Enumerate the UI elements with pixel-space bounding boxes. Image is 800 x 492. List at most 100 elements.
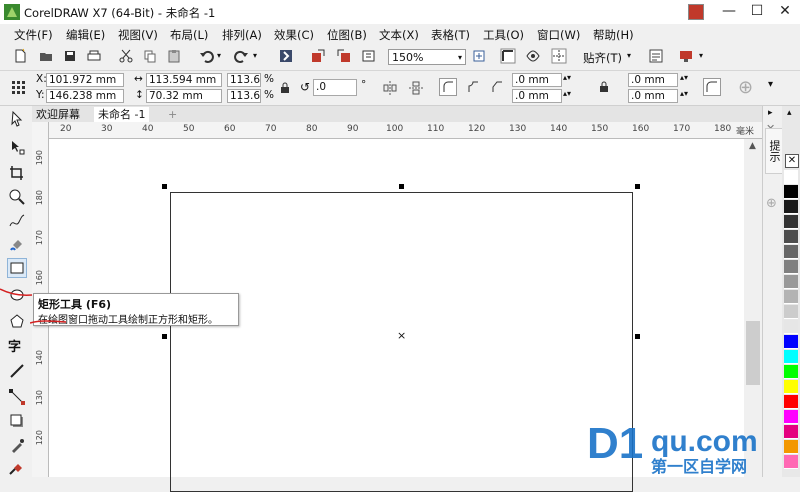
zoom-level-select[interactable]: 150% ▾ xyxy=(388,49,466,65)
corner-tl-spin-icon[interactable]: ▴▾ xyxy=(563,73,571,82)
height-field[interactable]: 70.32 mm xyxy=(146,89,222,103)
tab-untitled-1[interactable]: 未命名 -1 xyxy=(94,107,150,122)
color-swatch[interactable] xyxy=(784,245,798,259)
menu-effects[interactable]: 效果(C) xyxy=(274,27,314,43)
show-grid-icon[interactable] xyxy=(525,48,541,64)
drop-shadow-tool-icon[interactable] xyxy=(8,412,26,430)
polygon-tool-icon[interactable] xyxy=(8,312,26,330)
minimize-button[interactable]: — xyxy=(718,2,740,20)
parallel-dimension-tool-icon[interactable] xyxy=(8,362,26,380)
handle-middle-left[interactable] xyxy=(162,334,167,339)
color-swatch[interactable] xyxy=(784,335,798,349)
scalloped-corner-icon[interactable] xyxy=(464,78,482,96)
scrollbar-thumb[interactable] xyxy=(746,321,760,385)
color-swatch[interactable] xyxy=(784,200,798,214)
color-swatch[interactable] xyxy=(784,260,798,274)
tab-hints[interactable]: 提示 xyxy=(765,128,783,174)
rectangle-tool-icon[interactable] xyxy=(7,258,27,278)
round-corner-icon[interactable] xyxy=(439,78,457,96)
color-swatch[interactable] xyxy=(784,380,798,394)
color-swatch[interactable] xyxy=(784,395,798,409)
text-tool-icon[interactable]: 字 xyxy=(8,336,26,355)
no-fill-swatch[interactable]: ✕ xyxy=(785,154,799,168)
handle-top-right[interactable] xyxy=(635,184,640,189)
color-swatch[interactable] xyxy=(784,290,798,304)
lock-corners-icon[interactable] xyxy=(598,81,610,93)
width-field[interactable]: 113.594 mm xyxy=(146,73,222,87)
menu-window[interactable]: 窗口(W) xyxy=(537,27,580,43)
connector-tool-icon[interactable] xyxy=(8,388,26,406)
rotation-angle-field[interactable]: .0 xyxy=(313,79,357,96)
cut-icon[interactable] xyxy=(118,48,134,64)
handle-middle-right[interactable] xyxy=(635,334,640,339)
handle-top-left[interactable] xyxy=(162,184,167,189)
undo-dropdown-icon[interactable]: ▾ xyxy=(217,51,221,60)
docker-expand-icon[interactable]: ▸ xyxy=(768,108,773,118)
smart-fill-tool-icon[interactable] xyxy=(8,236,26,254)
pick-tool-icon[interactable] xyxy=(8,110,26,128)
crop-tool-icon[interactable] xyxy=(8,164,26,182)
relative-corner-scaling-icon[interactable] xyxy=(703,78,721,96)
menu-arrange[interactable]: 排列(A) xyxy=(222,27,262,43)
user-account-icon[interactable] xyxy=(688,4,704,20)
redo-dropdown-icon[interactable]: ▾ xyxy=(253,51,257,60)
handle-top-middle[interactable] xyxy=(399,184,404,189)
publish-pdf-icon[interactable] xyxy=(361,48,377,64)
print-icon[interactable] xyxy=(86,48,102,64)
menu-help[interactable]: 帮助(H) xyxy=(593,27,634,43)
restore-button[interactable]: ☐ xyxy=(746,2,768,20)
new-document-icon[interactable] xyxy=(12,48,28,64)
corner-tr-spin-icon[interactable]: ▴▾ xyxy=(680,73,688,82)
scale-y-field[interactable]: 113.6 xyxy=(227,89,261,103)
menu-text[interactable]: 文本(X) xyxy=(379,27,419,43)
menu-edit[interactable]: 编辑(E) xyxy=(66,27,105,43)
menu-file[interactable]: 文件(F) xyxy=(14,27,53,43)
color-swatch[interactable] xyxy=(784,215,798,229)
add-docker-icon[interactable]: ⊕ xyxy=(766,196,777,211)
paste-icon[interactable] xyxy=(166,48,182,64)
corner-radius-bottom-left[interactable]: .0 mm xyxy=(512,89,562,103)
color-swatch[interactable] xyxy=(784,350,798,364)
y-position-field[interactable]: 146.238 mm xyxy=(46,89,124,103)
color-swatch[interactable] xyxy=(784,320,798,334)
color-swatch[interactable] xyxy=(784,305,798,319)
selected-rectangle[interactable] xyxy=(170,192,633,492)
x-position-field[interactable]: 101.972 mm xyxy=(46,73,124,87)
close-button[interactable]: ✕ xyxy=(774,2,796,20)
import-icon[interactable] xyxy=(310,48,326,64)
mirror-horizontal-icon[interactable] xyxy=(382,80,398,96)
show-guidelines-icon[interactable] xyxy=(551,48,567,64)
chamfered-corner-icon[interactable] xyxy=(488,78,506,96)
export-icon[interactable] xyxy=(336,48,352,64)
open-folder-icon[interactable] xyxy=(38,48,54,64)
snap-to-button[interactable]: 贴齐(T) xyxy=(583,50,622,66)
menu-table[interactable]: 表格(T) xyxy=(431,27,470,43)
color-swatch[interactable] xyxy=(784,185,798,199)
freehand-tool-icon[interactable] xyxy=(8,212,26,230)
redo-icon[interactable] xyxy=(234,48,250,64)
tab-welcome-screen[interactable]: 欢迎屏幕 xyxy=(32,107,84,122)
lock-ratio-icon[interactable] xyxy=(279,82,291,94)
menu-layout[interactable]: 布局(L) xyxy=(170,27,208,43)
snap-dropdown-icon[interactable]: ▾ xyxy=(627,51,631,60)
scale-x-field[interactable]: 113.6 xyxy=(227,73,261,87)
interactive-fill-tool-icon[interactable] xyxy=(8,460,26,478)
object-origin-icon[interactable] xyxy=(12,81,26,95)
scroll-up-icon[interactable]: ▲ xyxy=(749,141,756,151)
horizontal-ruler[interactable]: 20 30 40 50 60 70 80 90 100 110 120 130 … xyxy=(48,122,762,139)
corner-radius-bottom-right[interactable]: .0 mm xyxy=(628,89,678,103)
add-preset-icon[interactable]: ⊕ xyxy=(738,77,753,98)
color-swatch[interactable] xyxy=(784,365,798,379)
corner-radius-top-left[interactable]: .0 mm xyxy=(512,73,562,87)
save-icon[interactable] xyxy=(62,48,78,64)
eyedropper-tool-icon[interactable] xyxy=(8,436,26,454)
color-swatch[interactable] xyxy=(784,170,798,184)
menu-bitmaps[interactable]: 位图(B) xyxy=(327,27,367,43)
palette-scroll-up-icon[interactable]: ▴ xyxy=(787,108,792,118)
copy-icon[interactable] xyxy=(142,48,158,64)
search-content-icon[interactable] xyxy=(278,48,294,64)
color-swatch[interactable] xyxy=(784,230,798,244)
corner-radius-top-right[interactable]: .0 mm xyxy=(628,73,678,87)
full-screen-preview-icon[interactable] xyxy=(471,48,487,64)
menu-tools[interactable]: 工具(O) xyxy=(483,27,524,43)
